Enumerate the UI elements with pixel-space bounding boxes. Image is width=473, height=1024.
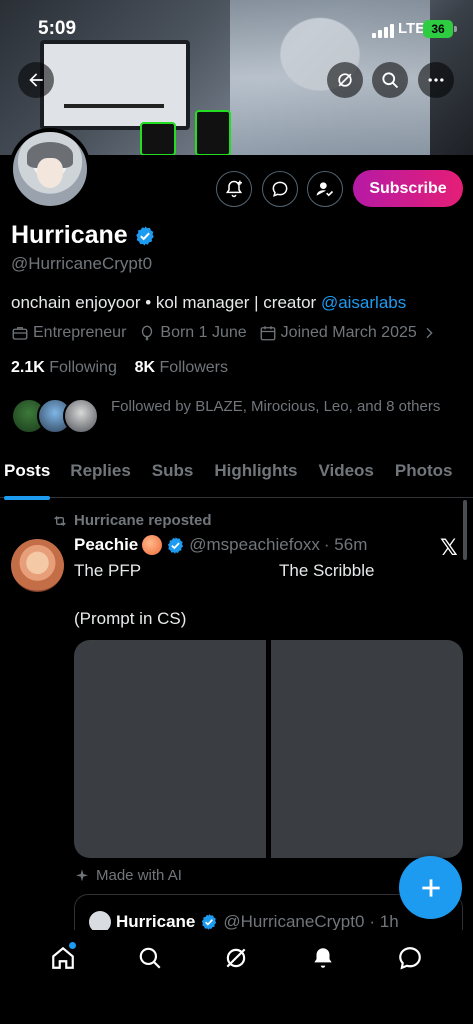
back-button[interactable] bbox=[18, 62, 54, 98]
meta-joined[interactable]: Joined March 2025 bbox=[259, 324, 437, 342]
post-text-right: The Scribble bbox=[279, 561, 375, 580]
status-time: 5:09 bbox=[38, 18, 77, 39]
search-icon bbox=[382, 72, 399, 89]
profile-avatar[interactable] bbox=[9, 128, 91, 210]
chat-icon bbox=[398, 947, 421, 970]
message-icon bbox=[272, 181, 288, 197]
quoted-time: · 1h bbox=[369, 912, 399, 931]
post-text-left: The PFP bbox=[74, 561, 142, 580]
scrollbar[interactable] bbox=[463, 500, 467, 560]
grok-icon bbox=[227, 948, 246, 968]
plus-icon bbox=[421, 878, 440, 897]
tab-posts[interactable]: Posts bbox=[4, 454, 51, 500]
verified-badge-icon[interactable] bbox=[134, 225, 156, 247]
post-time: · 56m bbox=[323, 535, 368, 554]
followed-by-text: Followed by BLAZE, Mirocious, Leo, and 8… bbox=[111, 398, 441, 415]
tab-subs[interactable]: Subs bbox=[152, 454, 194, 497]
media-image-right[interactable] bbox=[271, 640, 463, 858]
post-header: Peachie @mspeachiefoxx · 56m bbox=[74, 535, 367, 555]
post-text-line2: (Prompt in CS) bbox=[74, 609, 187, 628]
status-bar: 5:09 LTE 36 bbox=[0, 14, 473, 44]
post-author-avatar[interactable] bbox=[11, 539, 64, 592]
verified-badge-icon bbox=[202, 914, 217, 930]
grok-button[interactable] bbox=[327, 62, 363, 98]
nav-grok[interactable] bbox=[220, 942, 252, 974]
signal-icon bbox=[372, 24, 394, 38]
arrow-left-icon bbox=[29, 73, 43, 87]
quoted-author-name: Hurricane bbox=[116, 912, 196, 931]
tab-photos[interactable]: Photos bbox=[395, 454, 453, 497]
nav-notifications[interactable] bbox=[307, 942, 339, 974]
joined-label: Joined March 2025 bbox=[280, 324, 417, 341]
briefcase-icon bbox=[12, 327, 28, 340]
repost-indicator: Hurricane reposted bbox=[52, 512, 212, 529]
more-icon bbox=[428, 78, 444, 82]
peach-emoji-icon bbox=[142, 535, 163, 555]
quoted-author-handle: @HurricaneCrypt0 bbox=[223, 912, 365, 931]
bell-plus-icon bbox=[225, 180, 243, 198]
following-link[interactable]: 2.1K Following bbox=[11, 359, 117, 376]
bio-text: onchain enjoyoor • kol manager | creator bbox=[11, 293, 321, 312]
media-image-left[interactable] bbox=[74, 640, 266, 858]
made-with-ai-label[interactable]: Made with AI bbox=[74, 867, 182, 884]
nav-home[interactable] bbox=[47, 942, 79, 974]
profile-bio: onchain enjoyoor • kol manager | creator… bbox=[11, 293, 406, 313]
x-logo-icon: 𝕏 bbox=[440, 535, 458, 560]
category-label: Entrepreneur bbox=[33, 324, 127, 341]
born-label: Born 1 June bbox=[160, 324, 247, 341]
banner-can bbox=[195, 110, 231, 155]
post-author-handle[interactable]: @mspeachiefoxx bbox=[189, 535, 320, 555]
search-icon bbox=[139, 947, 161, 969]
notify-button[interactable] bbox=[216, 171, 252, 207]
verified-badge-icon bbox=[168, 536, 184, 554]
repost-label: Hurricane reposted bbox=[74, 512, 212, 529]
compose-button[interactable] bbox=[399, 856, 462, 919]
network-label: LTE bbox=[398, 20, 426, 37]
search-button[interactable] bbox=[372, 62, 408, 98]
followed-by[interactable]: Followed by BLAZE, Mirocious, Leo, and 8… bbox=[11, 396, 461, 442]
follower-avatar bbox=[63, 398, 99, 434]
bottom-nav bbox=[0, 930, 473, 1024]
following-button[interactable] bbox=[307, 171, 343, 207]
calendar-icon bbox=[260, 326, 276, 341]
profile-tabs: Posts Replies Subs Highlights Videos Pho… bbox=[0, 454, 473, 500]
tab-replies[interactable]: Replies bbox=[70, 454, 130, 497]
bell-icon bbox=[314, 948, 332, 968]
nav-messages[interactable] bbox=[394, 942, 426, 974]
repost-icon bbox=[54, 515, 66, 526]
chevron-right-icon bbox=[426, 327, 433, 339]
more-button[interactable] bbox=[418, 62, 454, 98]
meta-born: Born 1 June bbox=[138, 324, 247, 342]
profile-name-row: Hurricane bbox=[11, 221, 156, 250]
profile-handle: @HurricaneCrypt0 bbox=[11, 254, 153, 273]
profile-meta: Entrepreneur Born 1 June Joined March 20… bbox=[11, 324, 449, 342]
meta-category: Entrepreneur bbox=[11, 324, 126, 342]
balloon-icon bbox=[142, 325, 153, 341]
banner-can bbox=[140, 122, 176, 155]
follow-counts: 2.1K Following 8K Followers bbox=[11, 359, 228, 377]
user-check-icon bbox=[316, 182, 334, 197]
profile-name: Hurricane bbox=[11, 221, 128, 249]
tab-videos[interactable]: Videos bbox=[318, 454, 373, 497]
message-button[interactable] bbox=[262, 171, 298, 207]
post-media[interactable] bbox=[74, 640, 463, 858]
followers-link[interactable]: 8K Followers bbox=[135, 359, 228, 376]
nav-search[interactable] bbox=[134, 942, 166, 974]
grok-icon bbox=[338, 73, 352, 87]
subscribe-button[interactable]: Subscribe bbox=[353, 170, 463, 207]
post-author-name[interactable]: Peachie bbox=[74, 535, 138, 555]
banner-monitor bbox=[40, 40, 190, 130]
tab-highlights[interactable]: Highlights bbox=[214, 454, 297, 497]
battery-indicator: 36 bbox=[423, 20, 457, 38]
sparkle-icon bbox=[76, 868, 88, 881]
bio-link[interactable]: @aisarlabs bbox=[321, 293, 406, 312]
